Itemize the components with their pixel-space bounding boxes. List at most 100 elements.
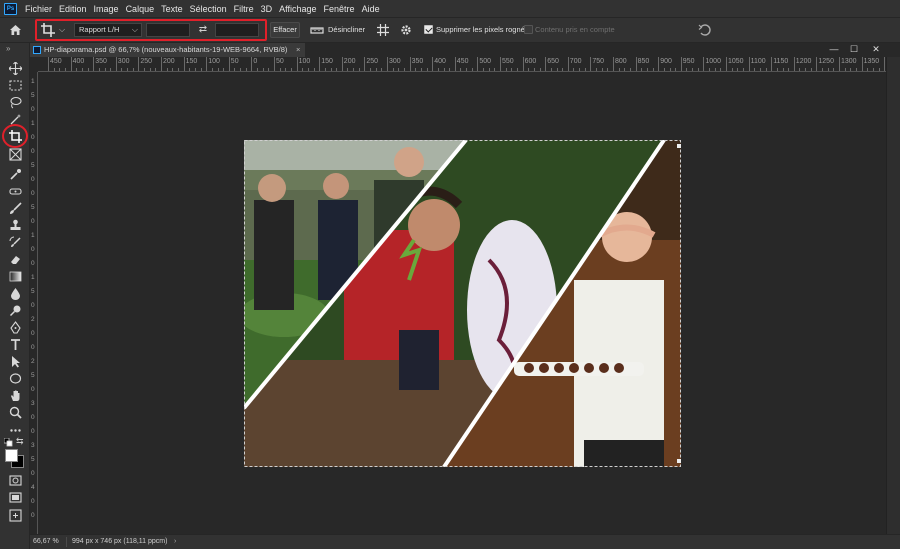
- menu-aide[interactable]: Aide: [362, 4, 380, 14]
- ruler-label: 0: [31, 470, 35, 477]
- ruler-minor-tick: [805, 68, 807, 71]
- ruler-label: 450: [50, 58, 62, 65]
- crop-preset-picker[interactable]: ⌵: [41, 23, 67, 37]
- lasso-tool[interactable]: [6, 95, 24, 109]
- crop-handle[interactable]: [677, 144, 681, 148]
- reset-icon[interactable]: [698, 23, 712, 37]
- ruler-minor-tick: [488, 68, 490, 71]
- pen-tool[interactable]: [6, 320, 24, 334]
- ratio-select-value: Rapport L/H: [79, 25, 120, 34]
- menu-fenetre[interactable]: Fenêtre: [324, 4, 355, 14]
- home-button[interactable]: [0, 18, 30, 42]
- ruler-label: 0: [31, 512, 35, 519]
- type-tool[interactable]: [6, 337, 24, 351]
- eyedropper-tool[interactable]: [6, 167, 24, 181]
- swap-icon[interactable]: ⇄: [196, 23, 210, 37]
- menu-selection[interactable]: Sélection: [190, 4, 227, 14]
- history-brush-tool[interactable]: [6, 235, 24, 249]
- eraser-tool[interactable]: [6, 252, 24, 266]
- zoom-tool[interactable]: [6, 405, 24, 419]
- ruler-label: 3: [31, 442, 35, 449]
- hand-tool[interactable]: [6, 388, 24, 402]
- menu-3d[interactable]: 3D: [261, 4, 273, 14]
- straighten-label[interactable]: Désincliner: [328, 25, 365, 34]
- dodge-tool[interactable]: [6, 303, 24, 317]
- status-divider: [66, 537, 67, 547]
- minimize-button[interactable]: —: [824, 43, 844, 57]
- ruler-tick: [228, 57, 230, 71]
- ruler-minor-tick: [353, 68, 355, 71]
- document-tab[interactable]: HP-diaporama.psd @ 66,7% (nouveaux-habit…: [30, 43, 306, 57]
- lasso-icon: [9, 96, 22, 108]
- zoom-level[interactable]: 66,67 %: [33, 535, 59, 549]
- chevron-down-icon: ⌵: [131, 25, 138, 34]
- ruler-minor-tick: [833, 68, 835, 71]
- menu-affichage[interactable]: Affichage: [279, 4, 316, 14]
- collapse-icon[interactable]: »: [6, 44, 10, 53]
- ruler-label: 5: [31, 456, 35, 463]
- ruler-minor-tick: [494, 68, 496, 71]
- ruler-minor-tick: [211, 68, 213, 71]
- content-aware-checkbox[interactable]: [524, 25, 533, 34]
- grid-overlay-icon[interactable]: [376, 23, 390, 37]
- close-tab-icon[interactable]: ×: [296, 43, 300, 57]
- ruler-minor-tick: [505, 68, 507, 71]
- crop-tool[interactable]: [6, 129, 24, 143]
- stamp-tool[interactable]: [6, 218, 24, 232]
- document-image[interactable]: [244, 140, 681, 467]
- path-select-tool[interactable]: [6, 354, 24, 368]
- ruler-minor-tick: [697, 68, 699, 71]
- menu-calque[interactable]: Calque: [126, 4, 155, 14]
- ruler-label: 4: [31, 484, 35, 491]
- healing-tool[interactable]: [6, 184, 24, 198]
- brush-tool[interactable]: [6, 201, 24, 215]
- ruler-tick: [319, 57, 321, 71]
- ruler-minor-tick: [200, 68, 202, 71]
- ruler-label: 200: [163, 58, 175, 65]
- more-tools[interactable]: [6, 423, 24, 437]
- swap-colors-icon[interactable]: ⇆: [16, 436, 24, 447]
- quick-mask-button[interactable]: [6, 473, 24, 487]
- width-field[interactable]: [146, 23, 190, 37]
- status-menu-arrow[interactable]: ›: [174, 535, 176, 549]
- close-window-button[interactable]: ✕: [866, 43, 886, 57]
- move-tool[interactable]: [6, 61, 24, 75]
- ruler-tick: [703, 57, 705, 71]
- menu-image[interactable]: Image: [94, 4, 119, 14]
- menu-fichier[interactable]: Fichier: [25, 4, 52, 14]
- ratio-select[interactable]: Rapport L/H ⌵: [74, 23, 142, 37]
- delete-cropped-checkbox[interactable]: [424, 25, 433, 34]
- clear-button[interactable]: Effacer: [270, 22, 300, 38]
- ruler-label: 1: [31, 78, 35, 85]
- foreground-color-swatch[interactable]: [5, 449, 18, 462]
- ruler-tick: [748, 57, 750, 71]
- frame-tool[interactable]: [6, 147, 24, 161]
- ruler-minor-tick: [607, 68, 609, 71]
- ruler-minor-tick: [556, 68, 558, 71]
- ruler-label: 800: [615, 58, 627, 65]
- straighten-icon[interactable]: [310, 23, 324, 37]
- ruler-label: 350: [95, 58, 107, 65]
- screen-mode-button[interactable]: [6, 490, 24, 504]
- ruler-label: 400: [434, 58, 446, 65]
- gradient-tool[interactable]: [6, 269, 24, 283]
- restore-button[interactable]: ☐: [844, 43, 864, 57]
- gear-icon[interactable]: [399, 23, 413, 37]
- default-colors-icon[interactable]: [4, 438, 13, 447]
- crop-handle[interactable]: [677, 459, 681, 463]
- menu-filtre[interactable]: Filtre: [234, 4, 254, 14]
- ruler-tick: [726, 57, 727, 71]
- artboard-button[interactable]: [6, 508, 24, 522]
- artboard-icon: [8, 508, 22, 522]
- menu-texte[interactable]: Texte: [161, 4, 183, 14]
- shape-tool[interactable]: [6, 371, 24, 385]
- marquee-tool[interactable]: [6, 78, 24, 92]
- blur-tool[interactable]: [6, 286, 24, 300]
- vertical-scrollbar[interactable]: [886, 57, 900, 534]
- height-field[interactable]: [215, 23, 259, 37]
- ruler-label: 5: [31, 204, 35, 211]
- menu-edition[interactable]: Edition: [59, 4, 87, 14]
- ruler-label: 5: [31, 288, 35, 295]
- ruler-minor-tick: [336, 68, 338, 71]
- ruler-minor-tick: [64, 68, 66, 71]
